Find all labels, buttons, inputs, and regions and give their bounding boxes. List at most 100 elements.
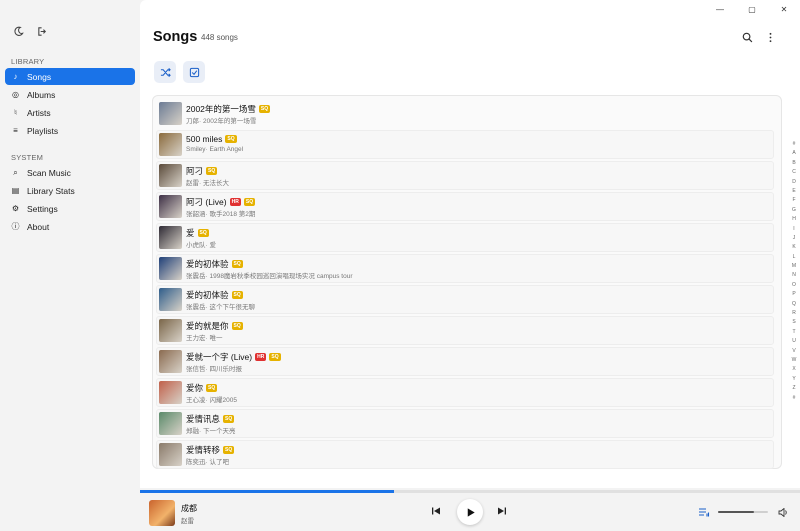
select-button[interactable]: [183, 61, 205, 83]
sidebar-item-artists[interactable]: ♮ Artists: [5, 104, 135, 121]
progress-fill: [140, 490, 395, 493]
minimize-button[interactable]: —: [704, 2, 736, 16]
song-subtitle: Smiley· Earth Angel: [186, 146, 244, 153]
song-subtitle: 赵雷· 无法长大: [186, 180, 229, 187]
song-row[interactable]: 阿刁 SQ 赵雷· 无法长大: [156, 161, 774, 190]
song-row[interactable]: 500 miles SQ Smiley· Earth Angel: [156, 130, 774, 159]
volume-slider[interactable]: [718, 511, 768, 513]
now-playing-title: 成都: [181, 504, 197, 513]
alphabet-letter[interactable]: E: [792, 187, 795, 196]
scan-icon: ⌕: [13, 167, 18, 177]
alphabet-letter[interactable]: K: [792, 243, 795, 252]
album-thumbnail: [159, 226, 182, 249]
song-title-text: 爱情讯息: [186, 414, 221, 424]
sidebar-item-about[interactable]: ⓘ About: [5, 218, 135, 235]
album-thumbnail: [159, 288, 182, 311]
song-row[interactable]: 爱的初体验 SQ 张震岳· 这个下午很无聊: [156, 285, 774, 314]
song-row[interactable]: 爱的就是你 SQ 王力宏· 唯一: [156, 316, 774, 345]
quality-badge: SQ: [206, 384, 218, 392]
sidebar-item-label: About: [27, 221, 50, 232]
sidebar-item-settings[interactable]: ⚙ Settings: [5, 200, 135, 217]
shuffle-button[interactable]: [154, 61, 176, 83]
alphabet-letter[interactable]: P: [792, 290, 795, 299]
song-row[interactable]: 阿刁 (Live) HR SQ 张韶涵· 歌手2018 第2期: [156, 192, 774, 221]
alphabet-letter[interactable]: O: [792, 281, 796, 290]
song-title: 爱的初体验 SQ: [186, 258, 243, 270]
album-thumbnail: [159, 102, 182, 125]
sidebar-item-playlists[interactable]: ≡ Playlists: [5, 122, 135, 139]
alphabet-letter[interactable]: D: [792, 178, 796, 187]
alphabet-letter[interactable]: J: [793, 234, 796, 243]
next-button[interactable]: [496, 505, 508, 517]
info-icon: ⓘ: [11, 222, 20, 231]
album-thumbnail: [159, 164, 182, 187]
queue-icon[interactable]: [698, 507, 710, 517]
album-thumbnail: [159, 257, 182, 280]
alphabet-letter[interactable]: V: [792, 347, 795, 356]
sidebar-item-songs[interactable]: ♪ Songs: [5, 68, 135, 85]
alphabet-letter[interactable]: N: [792, 271, 796, 280]
album-thumbnail: [159, 195, 182, 218]
sidebar-item-scan-music[interactable]: ⌕ Scan Music: [5, 164, 135, 181]
alphabet-letter[interactable]: Q: [792, 300, 796, 309]
alphabet-letter[interactable]: F: [792, 196, 795, 205]
alphabet-letter[interactable]: G: [792, 206, 796, 215]
more-options-icon[interactable]: [763, 30, 777, 44]
song-title-text: 阿刁 (Live): [186, 197, 227, 207]
logout-icon[interactable]: [35, 24, 49, 38]
song-row[interactable]: 爱情转移 SQ 陈奕迅· 认了吧: [156, 440, 774, 469]
quality-badge: SQ: [269, 353, 281, 361]
song-row[interactable]: 爱情讯息 SQ 郑融· 下一个天亮: [156, 409, 774, 438]
system-section-label: SYSTEM: [11, 153, 44, 162]
alphabet-letter[interactable]: U: [792, 337, 796, 346]
play-button[interactable]: [457, 499, 483, 525]
quality-badge: SQ: [243, 198, 256, 206]
stats-icon: ▤: [11, 186, 20, 195]
alphabet-letter[interactable]: X: [792, 365, 795, 374]
sidebar-item-label: Albums: [27, 89, 56, 100]
alphabet-letter[interactable]: W: [792, 356, 797, 365]
skip-previous-icon: [432, 507, 440, 515]
song-row[interactable]: 爱的初体验 SQ 张震岳· 1998魔岩秋季校园巡回演唱现场实况 campus to…: [156, 254, 774, 283]
alphabet-letter[interactable]: I: [793, 225, 794, 234]
alphabet-letter[interactable]: #: [793, 394, 796, 403]
quality-badge: SQ: [206, 167, 218, 175]
song-title: 爱的就是你 SQ: [186, 320, 243, 332]
progress-bar[interactable]: [140, 490, 800, 493]
alphabet-letter[interactable]: S: [792, 318, 795, 327]
alphabet-letter[interactable]: T: [792, 328, 795, 337]
quality-badge: SQ: [231, 291, 243, 299]
alphabet-letter[interactable]: A: [792, 149, 795, 158]
playlist-icon: ≡: [13, 126, 18, 135]
sidebar-item-library-stats[interactable]: ▤ Library Stats: [5, 182, 135, 199]
alphabet-letter[interactable]: C: [792, 168, 796, 177]
previous-button[interactable]: [430, 505, 442, 517]
alphabet-letter[interactable]: B: [792, 159, 795, 168]
song-count: 448 songs: [201, 33, 238, 42]
album-thumbnail: [159, 319, 182, 342]
search-icon[interactable]: [740, 30, 754, 44]
maximize-button[interactable]: ▢: [736, 2, 768, 16]
alphabet-letter[interactable]: Y: [792, 375, 795, 384]
song-row[interactable]: 爱你 SQ 王心凌· 闪耀2005: [156, 378, 774, 407]
sidebar-item-label: Playlists: [27, 125, 59, 136]
theme-toggle-icon[interactable]: [11, 24, 25, 38]
song-row[interactable]: 爱 SQ 小虎队· 爱: [156, 223, 774, 252]
alphabet-letter[interactable]: Z: [792, 384, 795, 393]
alphabet-letter[interactable]: H: [792, 215, 796, 224]
alphabet-letter[interactable]: #: [793, 140, 796, 149]
song-subtitle: 王心凌· 闪耀2005: [186, 397, 237, 404]
alphabet-letter[interactable]: M: [792, 262, 796, 271]
sidebar-item-label: Songs: [27, 71, 52, 82]
volume-icon[interactable]: [777, 507, 789, 517]
song-row[interactable]: 2002年的第一场雪 SQ 刀郎· 2002年的第一场雪: [156, 99, 774, 128]
song-title-text: 爱的就是你: [186, 321, 229, 331]
song-subtitle: 小虎队· 爱: [186, 242, 216, 249]
sidebar-item-albums[interactable]: ◎ Albums: [5, 86, 135, 103]
alphabet-letter[interactable]: R: [792, 309, 796, 318]
alphabet-letter[interactable]: L: [793, 253, 796, 262]
album-thumbnail: [159, 133, 182, 156]
song-row[interactable]: 爱就一个字 (Live) HR SQ 张信哲· 四川乐时报: [156, 347, 774, 376]
window-controls: — ▢ ✕: [704, 2, 800, 16]
close-button[interactable]: ✕: [768, 2, 800, 16]
